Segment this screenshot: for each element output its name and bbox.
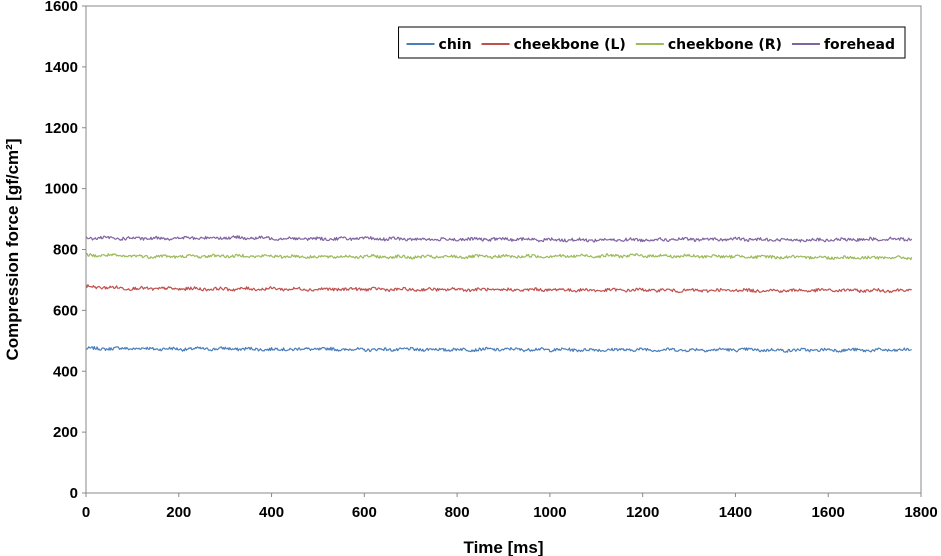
x-tick-label: 800	[445, 504, 470, 521]
legend: chin cheekbone (L) cheekbone (R) forehead	[398, 26, 906, 59]
x-axis-title: Time [ms]	[464, 538, 544, 556]
series-line-cheekbone-r	[85, 252, 913, 261]
series-line-forehead	[85, 235, 913, 243]
y-tick-label: 1000	[45, 181, 78, 198]
legend-label-cheekbone-l: cheekbone (L)	[514, 37, 626, 53]
x-tick-label: 0	[82, 504, 90, 521]
x-axis-ticks: 0 200 400 600 800 1000 1200 1400 1600 1800	[82, 493, 938, 521]
y-tick-label: 1600	[45, 0, 78, 15]
legend-label-forehead: forehead	[824, 37, 895, 53]
y-tick-label: 0	[70, 485, 78, 502]
series-line-chin	[85, 346, 912, 353]
y-tick-label: 1400	[45, 59, 78, 76]
y-tick-label: 400	[53, 363, 78, 380]
line-chart: 0 200 400 600 800 1000 1200 1400 1600 0 200 400 600…	[3, 0, 938, 556]
y-tick-label: 800	[53, 242, 78, 259]
x-tick-label: 600	[352, 504, 377, 521]
y-axis-title: Compression force [gf/cm²]	[3, 139, 22, 361]
x-tick-label: 200	[166, 504, 191, 521]
legend-label-chin: chin	[439, 37, 472, 53]
plot-area-frame	[85, 5, 922, 494]
y-tick-label: 600	[53, 302, 78, 319]
x-tick-label: 400	[259, 504, 284, 521]
y-tick-label: 1200	[45, 120, 78, 137]
x-tick-label: 1600	[812, 504, 845, 521]
x-tick-label: 1800	[904, 504, 937, 521]
series-line-cheekbone-l	[85, 284, 912, 294]
series-layer	[85, 235, 913, 353]
x-tick-label: 1200	[626, 504, 659, 521]
legend-label-cheekbone-r: cheekbone (R)	[668, 37, 782, 53]
y-axis-ticks: 0 200 400 600 800 1000 1200 1400 1600	[45, 0, 86, 502]
y-tick-label: 200	[53, 424, 78, 441]
x-tick-label: 1400	[719, 504, 752, 521]
x-tick-label: 1000	[533, 504, 566, 521]
